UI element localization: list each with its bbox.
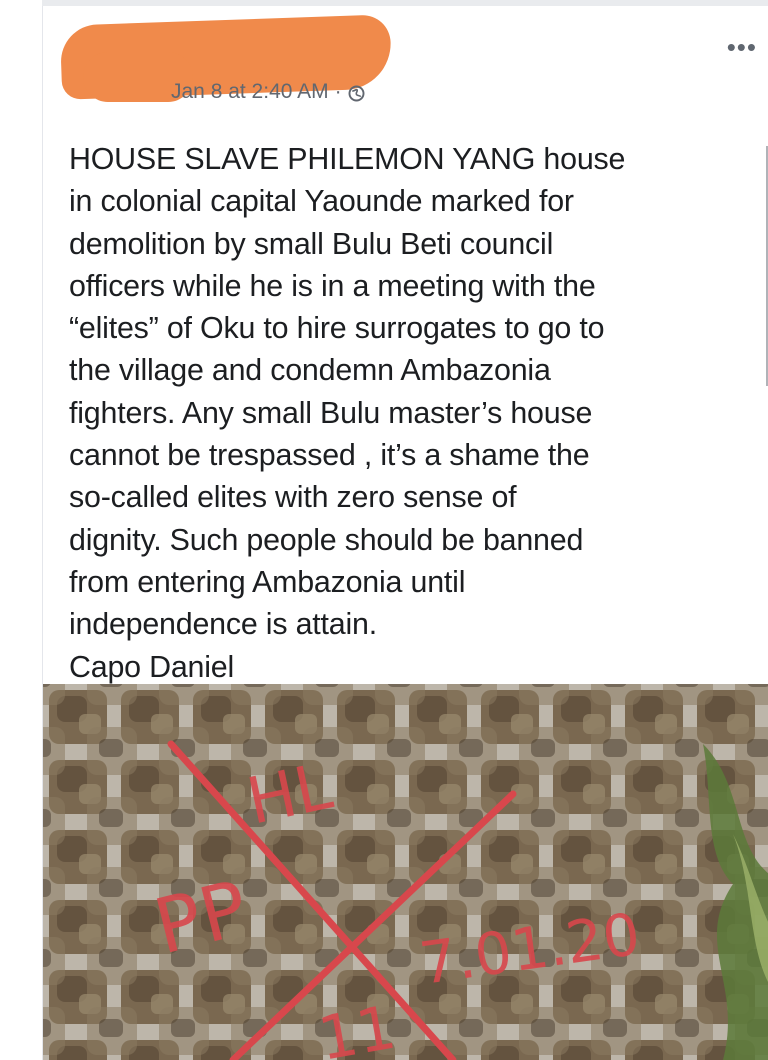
post-meta: Jan 8 at 2:40 AM · (171, 80, 365, 104)
facebook-post-card: Jan 8 at 2:40 AM · ••• HOUSE SLAVE PHILE… (42, 6, 768, 1060)
graffiti-number: 11 (313, 993, 400, 1060)
left-gutter (0, 0, 42, 1060)
globe-icon[interactable] (348, 84, 365, 101)
stone-wall-image: HL PP 7.01.20 11 (43, 684, 768, 1060)
post-body: HOUSE SLAVE PHILEMON YANG house in colon… (69, 138, 768, 688)
post-body-text: HOUSE SLAVE PHILEMON YANG house in colon… (69, 142, 626, 642)
meta-separator: · (334, 80, 342, 103)
more-options-icon[interactable]: ••• (727, 34, 757, 60)
post-photo[interactable]: HL PP 7.01.20 11 (43, 684, 768, 1060)
post-timestamp[interactable]: Jan 8 at 2:40 AM (171, 80, 329, 104)
post-signature: Capo Daniel (69, 649, 235, 684)
